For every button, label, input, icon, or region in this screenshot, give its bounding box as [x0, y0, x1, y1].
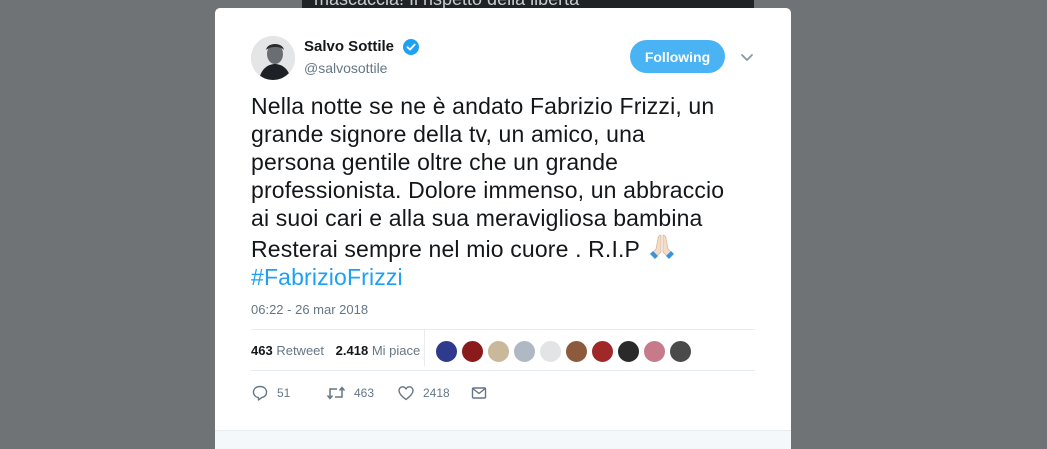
envelope-icon — [471, 387, 487, 399]
liker-avatar[interactable] — [513, 340, 536, 363]
tweet-text: Nella notte se ne è andato Fabrizio Friz… — [251, 92, 761, 291]
retweet-button[interactable]: 463 — [326, 384, 374, 404]
avatar-image — [251, 36, 295, 80]
hashtag-link[interactable]: #FabrizioFrizzi — [251, 263, 761, 291]
tweet-line: Resterai sempre nel mio cuore . R.I.P — [251, 236, 641, 262]
liker-avatar[interactable] — [539, 340, 562, 363]
liker-avatar[interactable] — [487, 340, 510, 363]
retweet-label: Retweet — [276, 343, 325, 358]
liker-avatar[interactable] — [617, 340, 640, 363]
tweet-line: Nella notte se ne è andato Fabrizio Friz… — [251, 93, 715, 119]
chevron-down-icon[interactable] — [738, 50, 756, 64]
likes-label: Mi piace — [371, 343, 421, 358]
background-tweet-fragment: mascaccia! Il rispetto della libertà — [302, 0, 754, 8]
tweet-card: Salvo Sottile @salvosottile Following Ne… — [215, 8, 791, 449]
reply-count: 51 — [277, 386, 291, 400]
tweet-line: professionista. Dolore immenso, un abbra… — [251, 177, 725, 203]
reply-button[interactable]: 51 — [251, 384, 290, 404]
tweet-line: ai suoi cari e alla sua meravigliosa bam… — [251, 205, 703, 231]
likes-stat[interactable]: 2.418 Mi piace — [336, 343, 421, 358]
retweet-stat[interactable]: 463 Retweet — [251, 343, 324, 358]
tweet-line: grande signore della tv, un amico, una — [251, 121, 645, 147]
avatar[interactable] — [251, 36, 295, 80]
verified-badge-icon — [403, 39, 419, 55]
retweet-icon — [326, 386, 346, 400]
likes-count: 2.418 — [335, 343, 369, 358]
reply-icon — [252, 385, 268, 401]
tweet-line-last: Resterai sempre nel mio cuore . R.I.P — [251, 232, 761, 263]
tweet-stats: 463 Retweet 2.418 Mi piace — [251, 343, 428, 358]
stats-separator — [424, 330, 425, 366]
liker-avatar[interactable] — [565, 340, 588, 363]
liker-avatar[interactable] — [461, 340, 484, 363]
liker-avatar[interactable] — [669, 340, 692, 363]
like-button[interactable]: 2418 — [397, 384, 450, 404]
tweet-timestamp[interactable]: 06:22 - 26 mar 2018 — [251, 302, 368, 317]
like-count: 2418 — [423, 386, 450, 400]
liker-avatar[interactable] — [435, 340, 458, 363]
direct-message-button[interactable] — [470, 384, 488, 404]
liker-avatar[interactable] — [643, 340, 666, 363]
liker-avatar[interactable] — [591, 340, 614, 363]
tweet-line: persona gentile oltre che un grande — [251, 149, 619, 175]
following-button[interactable]: Following — [630, 40, 725, 73]
retweet-action-count: 463 — [354, 386, 375, 400]
user-handle[interactable]: @salvosottile — [304, 60, 387, 76]
user-name[interactable]: Salvo Sottile — [304, 38, 394, 55]
divider — [251, 329, 755, 330]
folded-hands-icon — [650, 234, 675, 259]
heart-icon — [398, 386, 414, 401]
retweet-count: 463 — [251, 343, 273, 358]
background-text: mascaccia! Il rispetto della libertà — [314, 0, 579, 8]
divider — [251, 370, 755, 371]
